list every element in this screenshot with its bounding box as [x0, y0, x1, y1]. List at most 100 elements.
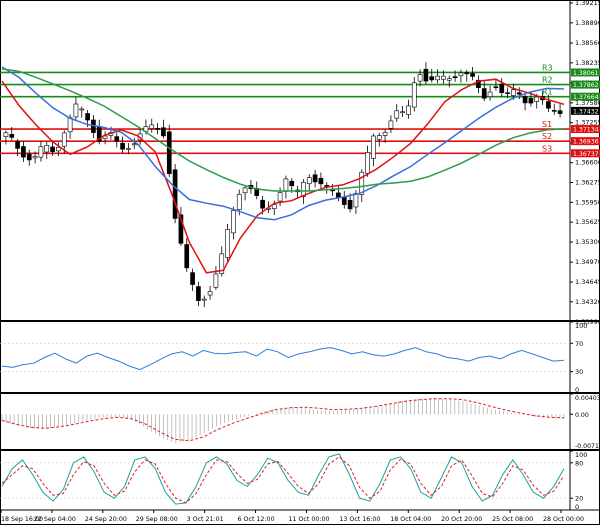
candle — [376, 132, 382, 147]
candle — [306, 174, 312, 191]
time-tick-label: 3 Oct 21:01 — [187, 516, 224, 523]
candle — [178, 206, 184, 246]
candle-body — [56, 147, 61, 152]
candle-body — [32, 156, 38, 159]
candle — [102, 131, 108, 145]
candle-body — [511, 89, 516, 96]
rsi-tick-label: 30 — [575, 368, 583, 376]
candle-body — [557, 110, 563, 114]
candle — [161, 119, 166, 139]
time-axis: 18 Sep 16:0022 Sep 04:00 24 Sep 20:00 29 S… — [0, 510, 584, 523]
price-tick-label: 1.34320 — [575, 298, 600, 306]
candle-body — [458, 72, 464, 77]
candle-body — [365, 152, 370, 174]
candle-body — [44, 145, 50, 153]
level-name-r2: R2 — [542, 76, 553, 85]
candle — [423, 62, 429, 85]
candle-body — [231, 210, 236, 234]
candle-body — [347, 199, 353, 210]
candle-body — [493, 86, 499, 89]
time-tick-label: 13 Oct 16:00 — [339, 516, 380, 523]
price-tick-label: 1.38235 — [575, 59, 600, 67]
level-price-label: 1.37664 — [573, 94, 599, 101]
candle-body — [3, 132, 9, 137]
level-price-label: 1.36936 — [573, 139, 599, 146]
chart-frame — [0, 0, 600, 525]
price-tick-label: 1.38560 — [575, 39, 600, 47]
rsi-tick-label: 70 — [575, 340, 583, 348]
candle — [196, 281, 201, 307]
time-tick-label: 25 Oct 08:00 — [492, 516, 533, 523]
candle-body — [353, 193, 359, 208]
candle-body — [406, 105, 411, 115]
level-price-label: 1.36737 — [573, 151, 599, 158]
candle-body — [546, 101, 551, 109]
candle-body — [429, 76, 435, 81]
candle-body — [441, 75, 446, 80]
candle — [184, 238, 190, 272]
price-tick-label: 1.35625 — [575, 218, 600, 226]
candle — [21, 140, 26, 163]
candle-body — [79, 108, 85, 111]
time-tick-label: 22 Sep 04:00 — [34, 516, 76, 523]
rsi-panel: 100 70 30 0 — [0, 321, 587, 394]
candle-body — [201, 298, 207, 301]
time-tick-label: 6 Oct 12:00 — [238, 516, 275, 523]
candle-body — [283, 178, 289, 192]
macd-tick-label: -0.007126 — [575, 443, 600, 450]
candle-body — [312, 174, 318, 183]
candle — [446, 75, 452, 88]
macd-tick-label: 0.00 — [575, 412, 589, 419]
price-tick-label: 1.35950 — [575, 198, 600, 206]
candle — [557, 104, 563, 118]
candle — [400, 105, 405, 117]
candle-body — [50, 146, 55, 152]
stochastic-d-line — [1, 456, 565, 504]
moving-average-line-2 — [1, 66, 565, 221]
candle-body — [126, 148, 131, 150]
candle — [283, 175, 289, 199]
candle-body — [196, 286, 201, 301]
candle — [464, 69, 470, 82]
level-name-r3: R3 — [542, 63, 553, 72]
rsi-tick-label: 0 — [575, 386, 579, 394]
price-tick-label: 1.34970 — [575, 258, 600, 266]
candle — [371, 133, 376, 167]
time-tick-label: 18 Oct 04:00 — [390, 516, 431, 523]
time-tick-label: 28 Oct 00:00 — [543, 516, 584, 523]
candle — [242, 185, 248, 201]
price-tick-label: 1.34645 — [575, 278, 600, 286]
candle-body — [376, 135, 382, 140]
candle-body — [371, 135, 376, 159]
candle — [225, 224, 230, 263]
candle-body — [172, 169, 178, 219]
candle-body — [534, 96, 540, 102]
candle — [546, 95, 551, 113]
candle-body — [435, 75, 440, 81]
candle — [207, 285, 213, 300]
candle-body — [85, 113, 90, 121]
candle-body — [388, 120, 394, 129]
macd-signal-line — [1, 398, 565, 442]
candle — [435, 69, 440, 84]
candle-body — [487, 91, 493, 97]
candle — [114, 132, 120, 148]
level-price-label: 1.38061 — [573, 70, 599, 77]
candle-body — [155, 128, 160, 130]
candle-body — [120, 142, 125, 150]
candle — [231, 206, 236, 240]
macd-panel: 0.004037 0.00 -0.007126 — [1, 393, 600, 451]
candle-body — [289, 180, 295, 187]
chart-canvas: 1.392151.388901.385601.382351.379051.375… — [0, 0, 600, 525]
candle — [126, 143, 131, 155]
stochastic-tick-label: 80 — [575, 459, 583, 467]
candle-body — [522, 96, 528, 104]
price-panel: 1.392151.388901.385601.382351.379051.375… — [0, 0, 600, 326]
stochastic-tick-label: 0 — [575, 503, 579, 511]
candle — [149, 118, 155, 133]
candle — [26, 149, 32, 166]
candle-body — [394, 110, 400, 119]
level-name-s1: S1 — [542, 120, 552, 129]
candle-body — [38, 146, 44, 158]
candle — [219, 246, 225, 277]
